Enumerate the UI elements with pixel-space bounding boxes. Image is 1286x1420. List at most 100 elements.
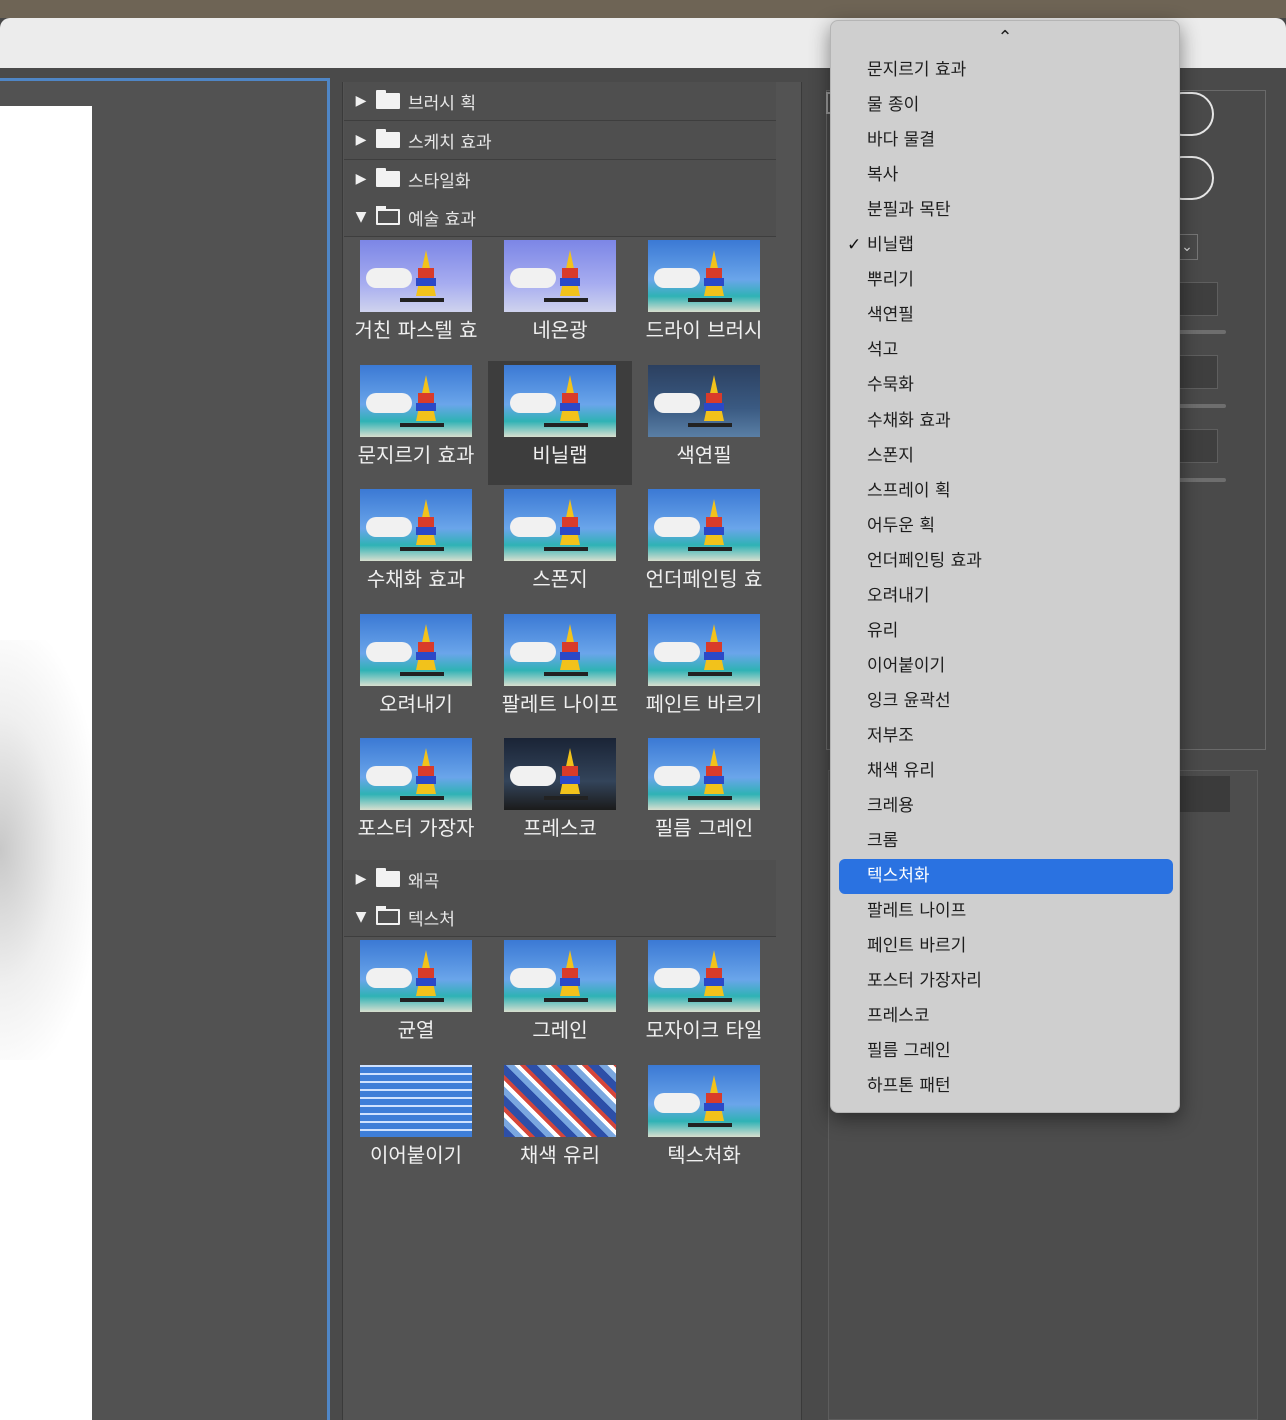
filter-preview-image	[360, 1064, 472, 1137]
filter-preview-image	[648, 613, 760, 686]
dropdown-item[interactable]: 하프톤 패턴	[839, 1069, 1173, 1104]
filter-thumbnail[interactable]: 문지르기 효과	[344, 361, 488, 485]
dropdown-item-label: 스폰지	[867, 445, 914, 466]
filter-thumbnail[interactable]: 페인트 바르기	[632, 610, 776, 734]
dropdown-item-label: 복사	[867, 165, 899, 186]
dropdown-item[interactable]: 포스터 가장자리	[839, 964, 1173, 999]
expand-arrow-icon[interactable]: ▶	[346, 93, 376, 109]
dropdown-item[interactable]: 어두운 획	[839, 509, 1173, 544]
filter-thumbnail[interactable]: 네온광	[488, 236, 632, 360]
dropdown-item[interactable]: 스프레이 획	[839, 474, 1173, 509]
dropdown-item-label: 포스터 가장자리	[867, 971, 982, 992]
dropdown-item[interactable]: 복사	[839, 158, 1173, 193]
filter-thumbnail[interactable]: 거친 파스텔 효	[344, 236, 488, 360]
filter-thumbnail[interactable]: 균열	[344, 936, 488, 1060]
dropdown-item[interactable]: 필름 그레인	[839, 1034, 1173, 1069]
dropdown-item[interactable]: 색연필	[839, 298, 1173, 333]
dropdown-item[interactable]: 수채화 효과	[839, 404, 1173, 439]
dropdown-item[interactable]: 물 종이	[839, 88, 1173, 123]
folder-stylize[interactable]: ▶ 스타일화	[344, 160, 776, 199]
dropdown-item-label: 유리	[867, 620, 899, 641]
dropdown-item[interactable]: 잉크 윤곽선	[839, 684, 1173, 719]
filter-label: 텍스처화	[667, 1142, 741, 1167]
filter-preview-image	[648, 240, 760, 312]
filter-label: 페인트 바르기	[645, 691, 763, 716]
expand-arrow-icon[interactable]: ▶	[346, 871, 376, 887]
filter-thumbnail[interactable]: 팔레트 나이프	[488, 610, 632, 734]
dropdown-item-label: 잉크 윤곽선	[867, 690, 951, 711]
dropdown-item-label: 필름 그레인	[867, 1041, 951, 1062]
dropdown-item-label: 이어붙이기	[867, 655, 946, 676]
folder-sketch[interactable]: ▶ 스케치 효과	[344, 121, 776, 160]
folder-brush-strokes[interactable]: ▶ 브러시 획	[344, 82, 776, 121]
dropdown-item[interactable]: 스폰지	[839, 439, 1173, 474]
dropdown-item[interactable]: 이어붙이기	[839, 649, 1173, 684]
filter-thumbnail[interactable]: 이어붙이기	[344, 1061, 488, 1185]
dropdown-item[interactable]: 오려내기	[839, 579, 1173, 614]
filter-thumbnail[interactable]: 드라이 브러시	[632, 236, 776, 360]
dropdown-item-label: 텍스처화	[867, 866, 930, 887]
dropdown-item[interactable]: 수묵화	[839, 368, 1173, 403]
filter-preview-image	[504, 240, 616, 312]
filter-label: 문지르기 효과	[357, 442, 475, 467]
filter-thumbnail[interactable]: 텍스처화	[632, 1061, 776, 1185]
dropdown-item[interactable]: 언더페인팅 효과	[839, 544, 1173, 579]
dropdown-item[interactable]: 문지르기 효과	[839, 53, 1173, 88]
filter-thumbnail[interactable]: 수채화 효과	[344, 485, 488, 609]
dropdown-item-label: 크롬	[867, 831, 899, 852]
filter-label: 이어붙이기	[370, 1142, 462, 1167]
collapse-arrow-icon[interactable]: ▼	[346, 209, 376, 225]
dropdown-item[interactable]: 유리	[839, 614, 1173, 649]
filter-preview-image	[360, 940, 472, 1012]
folder-artistic[interactable]: ▼ 예술 효과	[344, 198, 776, 237]
dropdown-item-label: 물 종이	[867, 95, 920, 116]
dropdown-item[interactable]: 크롬	[839, 824, 1173, 859]
dropdown-item-label: 팔레트 나이프	[867, 901, 967, 922]
dropdown-item-label: 바다 물결	[867, 130, 935, 151]
folder-label: 브러시 획	[408, 93, 476, 114]
dropdown-item-label: 수묵화	[867, 375, 914, 396]
filter-label: 오려내기	[379, 691, 453, 716]
filter-preview-image	[648, 1064, 760, 1137]
expand-arrow-icon[interactable]: ▶	[346, 171, 376, 187]
dropdown-item[interactable]: 팔레트 나이프	[839, 894, 1173, 929]
filter-thumbnail[interactable]: 포스터 가장자	[344, 734, 488, 858]
top-window-edge	[0, 0, 1286, 18]
filter-thumbnail[interactable]: 오려내기	[344, 610, 488, 734]
dropdown-item[interactable]: 채색 유리	[839, 754, 1173, 789]
folder-open-icon	[376, 906, 400, 925]
filter-thumbnail[interactable]: 비닐랩	[488, 360, 632, 485]
filter-thumbnail[interactable]: 언더페인팅 효	[632, 485, 776, 609]
filter-thumbnail[interactable]: 스폰지	[488, 485, 632, 609]
dropdown-item[interactable]: 프레스코	[839, 999, 1173, 1034]
filter-thumbnail[interactable]: 모자이크 타일	[632, 936, 776, 1060]
filter-label: 네온광	[532, 318, 588, 342]
folder-label: 예술 효과	[408, 209, 476, 230]
filter-label: 팔레트 나이프	[501, 691, 619, 716]
dropdown-item[interactable]: 텍스처화	[839, 859, 1173, 895]
filter-dropdown-menu[interactable]: ⌃ 문지르기 효과물 종이바다 물결복사분필과 목탄 ✓ 비닐랩 뿌리기 색연필 석고수묵…	[830, 20, 1180, 1113]
folder-texture[interactable]: ▼ 텍스처	[344, 898, 776, 937]
dropdown-item[interactable]: 분필과 목탄	[839, 193, 1173, 228]
preview-image-highlight	[0, 640, 92, 1060]
chevron-up-icon[interactable]: ⌃	[831, 25, 1179, 51]
collapse-arrow-icon[interactable]: ▼	[346, 909, 376, 925]
filter-thumbnail[interactable]: 필름 그레인	[632, 734, 776, 858]
filter-thumbnail[interactable]: 채색 유리	[488, 1061, 632, 1185]
filter-thumbnail[interactable]: 색연필	[632, 361, 776, 485]
dropdown-item[interactable]: 바다 물결	[839, 123, 1173, 158]
folder-distort[interactable]: ▶ 왜곡	[344, 860, 776, 899]
dropdown-item[interactable]: ✓ 비닐랩	[839, 228, 1173, 263]
filter-thumbnail[interactable]: 그레인	[488, 936, 632, 1060]
filter-label: 언더페인팅 효	[645, 567, 763, 591]
filter-preview-image	[360, 240, 472, 312]
dropdown-item[interactable]: 저부조	[839, 719, 1173, 754]
folder-label: 스타일화	[408, 171, 471, 192]
dropdown-item[interactable]: 뿌리기	[839, 263, 1173, 298]
dropdown-item[interactable]: 페인트 바르기	[839, 929, 1173, 964]
expand-arrow-icon[interactable]: ▶	[346, 132, 376, 148]
filter-preview-image	[648, 364, 760, 437]
filter-thumbnail[interactable]: 프레스코	[488, 734, 632, 858]
dropdown-item[interactable]: 크레용	[839, 789, 1173, 824]
dropdown-item[interactable]: 석고	[839, 333, 1173, 368]
